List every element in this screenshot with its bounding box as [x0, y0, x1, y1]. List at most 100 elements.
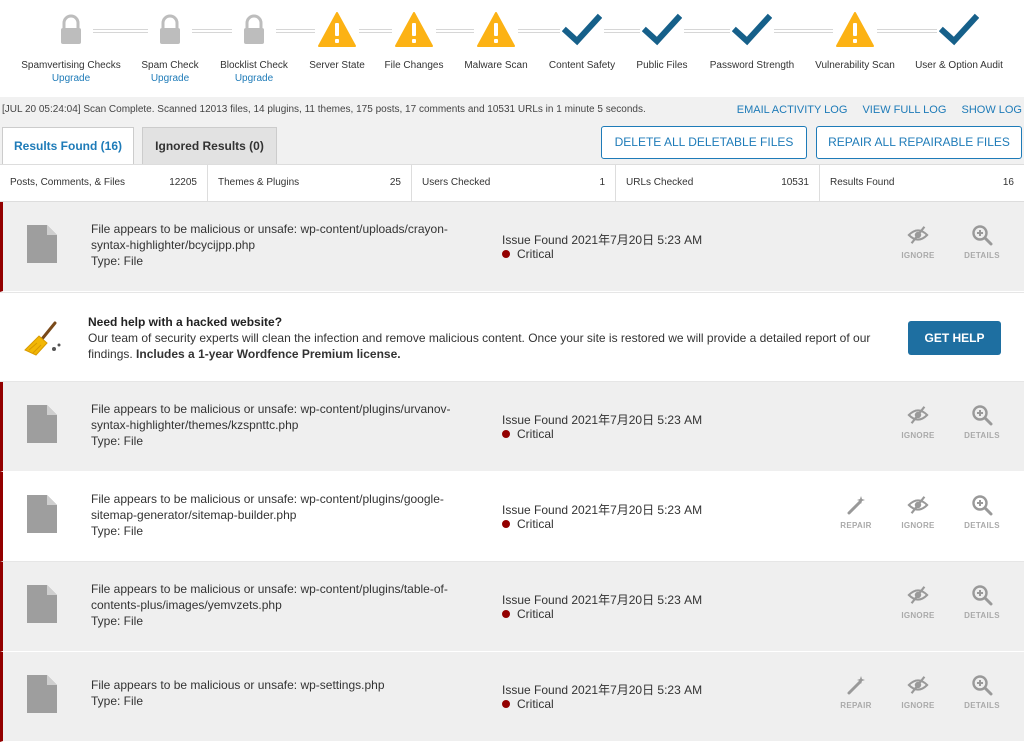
issue-found-date: Issue Found 2021年7月20日 5:23 AM: [502, 413, 703, 427]
issue-severity: Critical: [502, 607, 554, 621]
help-text: Our team of security experts will clean …: [88, 330, 898, 362]
repair-label: REPAIR: [840, 701, 872, 710]
lock-icon: [150, 10, 190, 50]
ignore-button[interactable]: IGNORE: [893, 584, 943, 620]
summary-label: Posts, Comments, & Files: [10, 177, 126, 188]
ignore-label: IGNORE: [901, 521, 935, 530]
warning-icon: [835, 10, 875, 50]
ignore-button[interactable]: IGNORE: [893, 494, 943, 530]
issue-title: File appears to be malicious or unsafe: …: [91, 492, 444, 522]
show-log-link[interactable]: SHOW LOG: [961, 104, 1022, 116]
zoom-in-icon: [957, 584, 1007, 606]
eye-slash-icon: [893, 584, 943, 606]
ignore-button[interactable]: IGNORE: [893, 224, 943, 260]
issue-type: Type: File: [91, 614, 144, 628]
stage-connector: [192, 29, 232, 33]
summary-posts-files: Posts, Comments, & Files 12205: [0, 165, 208, 202]
issue-row: File appears to be malicious or unsafe: …: [0, 652, 1024, 742]
issue-type: Type: File: [91, 524, 144, 538]
issue-title: File appears to be malicious or unsafe: …: [91, 222, 448, 252]
log-links: EMAIL ACTIVITY LOG VIEW FULL LOG SHOW LO…: [725, 104, 1022, 116]
warning-icon: [476, 10, 516, 50]
issue-title: File appears to be malicious or unsafe: …: [91, 582, 448, 612]
issue-title: File appears to be malicious or unsafe: …: [91, 678, 385, 692]
summary-label: Results Found: [830, 177, 895, 188]
ignore-label: IGNORE: [901, 701, 935, 710]
ignore-button[interactable]: IGNORE: [893, 674, 943, 710]
zoom-in-icon: [957, 674, 1007, 696]
issue-description: File appears to be malicious or unsafe: …: [91, 221, 471, 269]
scan-status-message: [JUL 20 05:24:04] Scan Complete. Scanned…: [2, 104, 646, 115]
zoom-in-icon: [957, 224, 1007, 246]
issue-row: File appears to be malicious or unsafe: …: [0, 562, 1024, 652]
repair-label: REPAIR: [840, 521, 872, 530]
issue-found-date: Issue Found 2021年7月20日 5:23 AM: [502, 503, 703, 517]
stage-connector: [276, 29, 315, 33]
severity-dot: [502, 610, 510, 618]
issue-found-date: Issue Found 2021年7月20日 5:23 AM: [502, 683, 703, 697]
issue-type: Type: File: [91, 694, 144, 708]
stage-connector: [774, 29, 833, 33]
checkmark-icon: [732, 10, 772, 50]
summary-value: 25: [389, 177, 401, 188]
view-full-log-link[interactable]: VIEW FULL LOG: [862, 104, 946, 116]
summary-results-found: Results Found 16: [820, 165, 1024, 202]
details-button[interactable]: DETAILS: [957, 224, 1007, 260]
details-button[interactable]: DETAILS: [957, 584, 1007, 620]
email-activity-log-link[interactable]: EMAIL ACTIVITY LOG: [737, 104, 848, 116]
issue-row: File appears to be malicious or unsafe: …: [0, 472, 1024, 562]
summary-users-checked: Users Checked 1: [412, 165, 616, 202]
eye-slash-icon: [893, 494, 943, 516]
delete-all-deletable-files-button[interactable]: DELETE ALL DELETABLE FILES: [601, 126, 807, 159]
get-help-button[interactable]: GET HELP: [908, 321, 1001, 355]
issue-severity: Critical: [502, 427, 554, 441]
details-label: DETAILS: [964, 431, 1000, 440]
issue-title: File appears to be malicious or unsafe: …: [91, 402, 451, 432]
details-button[interactable]: DETAILS: [957, 674, 1007, 710]
checkmark-icon: [642, 10, 682, 50]
summary-value: 16: [1002, 177, 1014, 188]
checkmark-icon: [939, 10, 979, 50]
severity-label: Critical: [517, 427, 554, 441]
eye-slash-icon: [893, 404, 943, 426]
file-icon: [27, 225, 57, 263]
issue-description: File appears to be malicious or unsafe: …: [91, 401, 471, 449]
details-label: DETAILS: [964, 701, 1000, 710]
ignore-button[interactable]: IGNORE: [893, 404, 943, 440]
tab-results-found[interactable]: Results Found (16): [2, 127, 134, 166]
scan-log-bar: [JUL 20 05:24:04] Scan Complete. Scanned…: [0, 97, 1024, 123]
issue-type: Type: File: [91, 434, 144, 448]
stage-label: Password Strength: [709, 60, 795, 71]
repair-button[interactable]: REPAIR: [831, 674, 881, 710]
ignore-label: IGNORE: [901, 611, 935, 620]
severity-label: Critical: [517, 247, 554, 261]
lock-icon: [234, 10, 274, 50]
details-button[interactable]: DETAILS: [957, 494, 1007, 530]
magic-wand-icon: [831, 494, 881, 516]
summary-label: Themes & Plugins: [218, 177, 300, 188]
upgrade-link[interactable]: Upgrade: [204, 73, 304, 84]
stage-label: User & Option Audit: [915, 60, 1003, 71]
summary-urls-checked: URLs Checked 10531: [616, 165, 820, 202]
scan-stages: Spamvertising Checks Upgrade Spam Check Upg…: [0, 0, 1024, 96]
severity-dot: [502, 700, 510, 708]
results-tabs-bar: Results Found (16) Ignored Results (0) D…: [0, 123, 1024, 166]
stage-connector: [684, 29, 730, 33]
stage-connector: [93, 29, 148, 33]
details-button[interactable]: DETAILS: [957, 404, 1007, 440]
repair-button[interactable]: REPAIR: [831, 494, 881, 530]
tab-ignored-results[interactable]: Ignored Results (0): [142, 127, 277, 165]
issue-description: File appears to be malicious or unsafe: …: [91, 491, 471, 539]
issue-severity: Critical: [502, 517, 554, 531]
scan-summary: Posts, Comments, & Files 12205 Themes & …: [0, 164, 1024, 202]
repair-all-repairable-files-button[interactable]: REPAIR ALL REPAIRABLE FILES: [816, 126, 1022, 159]
issue-severity: Critical: [502, 247, 554, 261]
issue-row: File appears to be malicious or unsafe: …: [0, 202, 1024, 292]
severity-dot: [502, 520, 510, 528]
upgrade-link[interactable]: Upgrade: [21, 73, 121, 84]
warning-icon: [317, 10, 357, 50]
severity-dot: [502, 430, 510, 438]
ignore-label: IGNORE: [901, 251, 935, 260]
summary-label: URLs Checked: [626, 177, 694, 188]
stage-connector: [877, 29, 937, 33]
